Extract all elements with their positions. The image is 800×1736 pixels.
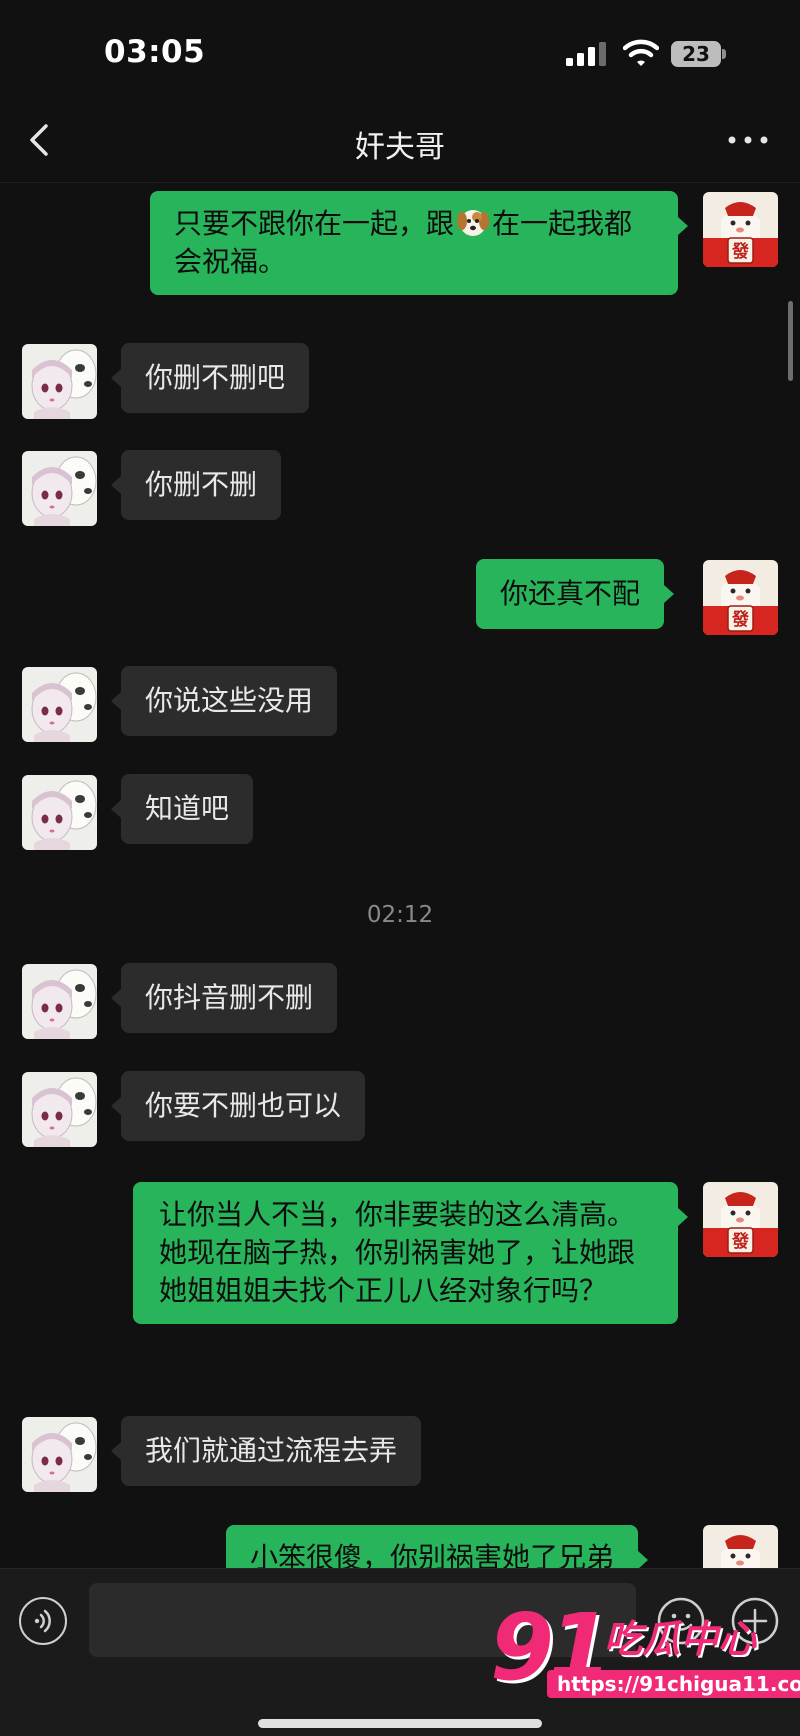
voice-icon — [34, 1609, 51, 1633]
message-text: 你还真不配 — [500, 577, 641, 610]
message-bubble-received[interactable]: 我们就通过流程去弄 — [110, 1416, 422, 1486]
message-timestamp: 02:12 — [366, 902, 434, 928]
message-text: 你说这些没用 — [145, 684, 314, 717]
contact-avatar[interactable] — [22, 964, 97, 1039]
battery-level: 23 — [682, 42, 710, 66]
message-text: 小笨很傻，你别祸害她了兄弟 — [250, 1541, 615, 1568]
message-text: 只要不跟你在一起，跟 — [174, 207, 455, 240]
watermark-logo: 91 吃瓜中心 https://91chigua11.com — [490, 1594, 800, 1710]
dog-emoji-icon — [457, 210, 490, 236]
chat-area[interactable]: 只要不跟你在一起，跟 在一起我都会祝福。 發 你删不删吧 你删不删 你还真不配 … — [0, 183, 800, 1568]
signal-icon — [566, 42, 606, 66]
my-avatar[interactable]: 發 — [703, 192, 778, 267]
message-bubble-received[interactable]: 你删不删 — [110, 450, 282, 520]
message-bubble-sent[interactable]: 只要不跟你在一起，跟 在一起我都会祝福。 — [150, 191, 688, 295]
message-bubble-received[interactable]: 你要不删也可以 — [110, 1071, 366, 1141]
my-avatar[interactable]: 發 — [703, 1182, 778, 1257]
voice-input-button[interactable] — [19, 1597, 67, 1645]
watermark-brand: 吃瓜中心 — [604, 1617, 757, 1661]
chat-header: 奸夫哥 — [0, 100, 800, 183]
scrollbar[interactable] — [788, 301, 793, 381]
message-bubble-sent[interactable]: 让你当人不当，你非要装的这么清高。她现在脑子热，你别祸害她了，让她跟她姐姐姐夫找… — [133, 1182, 688, 1324]
watermark-url: https://91chigua11.com — [547, 1670, 800, 1698]
message-text: 你删不删吧 — [145, 361, 286, 394]
battery-icon: 23 — [671, 41, 726, 67]
contact-avatar[interactable] — [22, 344, 97, 419]
more-options-icon[interactable] — [726, 128, 770, 152]
status-time: 03:05 — [104, 34, 206, 70]
message-text: 你删不删 — [145, 468, 258, 501]
my-avatar[interactable]: 發 — [703, 560, 778, 635]
message-text: 你要不删也可以 — [145, 1089, 342, 1122]
message-bubble-sent[interactable]: 你还真不配 — [476, 559, 675, 629]
contact-avatar[interactable] — [22, 667, 97, 742]
message-text: 让你当人不当，你非要装的这么清高。她现在脑子热，你别祸害她了，让她跟她姐姐姐夫找… — [159, 1198, 636, 1307]
status-bar: 03:05 23 — [0, 0, 800, 100]
svg-text:發: 發 — [731, 609, 749, 630]
message-bubble-received[interactable]: 知道吧 — [110, 774, 254, 844]
message-bubble-received[interactable]: 你抖音删不删 — [110, 963, 338, 1033]
contact-avatar[interactable] — [22, 451, 97, 526]
message-text: 你抖音删不删 — [145, 981, 314, 1014]
contact-avatar[interactable] — [22, 1417, 97, 1492]
message-bubble-sent[interactable]: 小笨很傻，你别祸害她了兄弟 — [226, 1525, 649, 1568]
contact-avatar[interactable] — [22, 1072, 97, 1147]
message-text: 我们就通过流程去弄 — [145, 1434, 398, 1467]
chat-title: 奸夫哥 — [355, 130, 445, 165]
svg-text:發: 發 — [731, 1231, 749, 1252]
message-text: 知道吧 — [145, 792, 230, 825]
wifi-icon — [623, 39, 659, 66]
svg-text:發: 發 — [731, 241, 749, 262]
contact-avatar[interactable] — [22, 775, 97, 850]
message-bubble-received[interactable]: 你删不删吧 — [110, 343, 310, 413]
my-avatar[interactable]: 發 — [703, 1525, 778, 1568]
message-bubble-received[interactable]: 你说这些没用 — [110, 666, 338, 736]
home-indicator[interactable] — [258, 1719, 542, 1728]
